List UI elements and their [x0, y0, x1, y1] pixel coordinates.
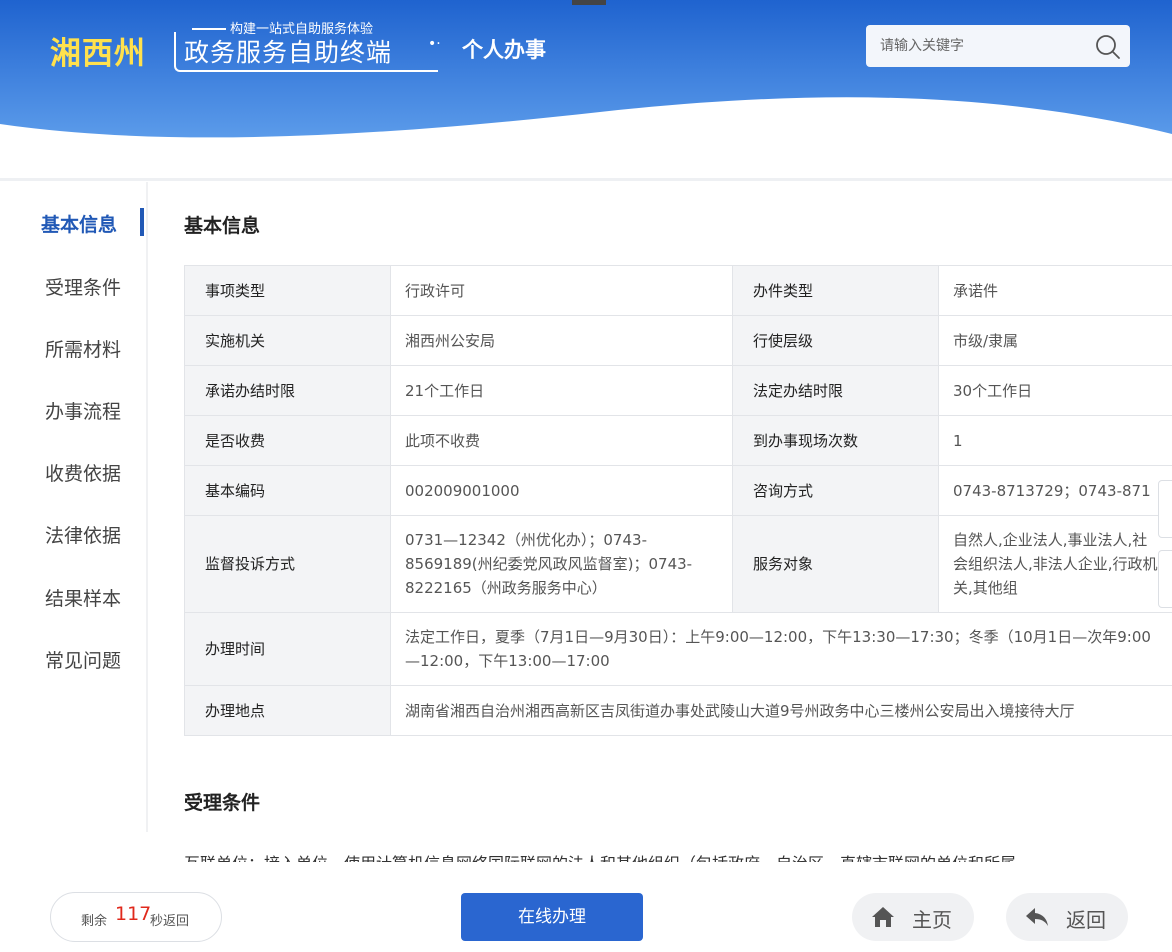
section-title-conditions: 受理条件: [184, 792, 261, 814]
countdown-seconds: 117: [115, 903, 152, 925]
table-row: 是否收费 此项不收费 到办事现场次数 1: [184, 415, 1172, 466]
sidebar-item-legal-basis[interactable]: 法律依据: [0, 513, 146, 553]
sidebar-item-label: 结果样本: [45, 588, 122, 610]
search-icon[interactable]: [1094, 33, 1122, 61]
table-row: 办理地点 湖南省湘西自治州湘西高新区吉凤街道办事处武陵山大道9号州政务中心三楼州…: [184, 685, 1172, 736]
search-box[interactable]: [866, 25, 1130, 67]
sidebar-item-label: 法律依据: [45, 525, 122, 547]
table-key: 基本编码: [184, 465, 391, 516]
table-key: 行使层级: [732, 315, 939, 366]
section-title-basic-info: 基本信息: [184, 215, 261, 237]
sidebar-item-materials[interactable]: 所需材料: [0, 327, 146, 367]
online-apply-button[interactable]: 在线办理: [461, 893, 643, 941]
table-row: 监督投诉方式 0731—12342（州优化办）；0743-8569189(州纪委…: [184, 515, 1172, 613]
basic-info-table: 事项类型 行政许可 办件类型 承诺件 实施机关 湘西州公安局 行使层级 市级/隶…: [184, 265, 1172, 736]
table-value: 30个工作日: [938, 365, 1172, 416]
sidebar-item-label: 常见问题: [45, 650, 122, 672]
table-key: 办件类型: [732, 265, 939, 316]
table-key: 事项类型: [184, 265, 391, 316]
table-value: 市级/隶属: [938, 315, 1172, 366]
table-row: 办理时间 法定工作日，夏季（7月1日—9月30日）：上午9:00—12:00，下…: [184, 612, 1172, 686]
table-value: 1: [938, 415, 1172, 466]
edge-tab-lower[interactable]: [1158, 550, 1172, 608]
table-key: 服务对象: [732, 515, 939, 613]
back-button[interactable]: 返回: [1006, 893, 1128, 941]
table-key: 承诺办结时限: [184, 365, 391, 416]
table-key: 监督投诉方式: [184, 515, 391, 613]
slogan-dash: [192, 28, 226, 30]
table-key: 咨询方式: [732, 465, 939, 516]
countdown-prefix: 剩余: [81, 914, 108, 929]
logo-region: 湘西州: [50, 36, 146, 72]
page-title: 个人办事: [462, 38, 546, 62]
table-row: 承诺办结时限 21个工作日 法定办结时限 30个工作日: [184, 365, 1172, 416]
app-root: 湘西州 构建一站式自助服务体验 政务服务自助终端 •· 个人办事 基本信息 受理…: [0, 0, 1172, 952]
back-arrow-icon: [1026, 908, 1048, 926]
office-hours-value: 法定工作日，夏季（7月1日—9月30日）：上午9:00—12:00，下午13:3…: [390, 612, 1172, 686]
home-icon: [872, 907, 894, 927]
table-value: 21个工作日: [390, 365, 733, 416]
location-value: 湖南省湘西自治州湘西高新区吉凤街道办事处武陵山大道9号州政务中心三楼州公安局出入…: [390, 685, 1172, 736]
table-key: 是否收费: [184, 415, 391, 466]
table-key: 实施机关: [184, 315, 391, 366]
top-notch: [572, 0, 606, 5]
sidebar-item-label: 办事流程: [45, 401, 122, 423]
logo-dots-decoration: •·: [428, 36, 441, 52]
sidebar-item-label: 基本信息: [41, 214, 118, 236]
sidebar-active-marker: [140, 208, 144, 236]
table-row: 基本编码 002009001000 咨询方式 0743-8713729；0743…: [184, 465, 1172, 516]
table-value: 行政许可: [390, 265, 733, 316]
table-row: 实施机关 湘西州公安局 行使层级 市级/隶属: [184, 315, 1172, 366]
logo-system-name: 政务服务自助终端: [184, 38, 393, 67]
table-key: 到办事现场次数: [732, 415, 939, 466]
edge-tab-upper[interactable]: [1158, 480, 1172, 538]
main-content: 基本信息 事项类型 行政许可 办件类型 承诺件 实施机关 湘西州公安局 行使层级…: [148, 182, 1172, 862]
search-input[interactable]: [880, 35, 1080, 57]
home-button-label: 主页: [912, 908, 952, 932]
table-value: 自然人,企业法人,事业法人,社会组织法人,非法人企业,行政机关,其他组: [938, 515, 1172, 613]
sidebar-item-basic-info[interactable]: 基本信息: [0, 202, 146, 242]
sidebar-item-faq[interactable]: 常见问题: [0, 638, 146, 678]
countdown-timer: 剩余 117 秒返回: [50, 892, 222, 942]
sidebar-item-result-sample[interactable]: 结果样本: [0, 576, 146, 616]
table-key: 办理地点: [184, 685, 391, 736]
conditions-text-preview: 互联单位：接入单位，使用计算机信息网络国际联网的法人和其他组织（包括政府、自治区…: [184, 850, 1016, 862]
header-divider: [0, 178, 1172, 181]
sidebar-item-label: 受理条件: [45, 277, 122, 299]
table-value: 0731—12342（州优化办）；0743-8569189(州纪委党风政风监督室…: [390, 515, 733, 613]
sidebar-nav: 基本信息 受理条件 所需材料 办事流程 收费依据 法律依据 结果样本 常见问题: [0, 182, 148, 832]
sidebar-item-process[interactable]: 办事流程: [0, 389, 146, 429]
table-key: 法定办结时限: [732, 365, 939, 416]
back-button-label: 返回: [1066, 908, 1106, 932]
table-value: 002009001000: [390, 465, 733, 516]
sidebar-item-label: 所需材料: [45, 339, 122, 361]
header: 湘西州 构建一站式自助服务体验 政务服务自助终端 •· 个人办事: [0, 0, 1172, 178]
footer-bar: 剩余 117 秒返回 在线办理 主页 返回: [0, 862, 1172, 952]
sidebar-item-label: 收费依据: [45, 463, 122, 485]
sidebar-item-fee-basis[interactable]: 收费依据: [0, 451, 146, 491]
countdown-suffix: 秒返回: [150, 914, 190, 929]
table-value: 0743-8713729；0743-871: [938, 465, 1172, 516]
table-value: 此项不收费: [390, 415, 733, 466]
table-key: 办理时间: [184, 612, 391, 686]
sidebar-item-conditions[interactable]: 受理条件: [0, 265, 146, 305]
table-value: 承诺件: [938, 265, 1172, 316]
table-row: 事项类型 行政许可 办件类型 承诺件: [184, 265, 1172, 316]
table-value: 湘西州公安局: [390, 315, 733, 366]
home-button[interactable]: 主页: [852, 893, 974, 941]
